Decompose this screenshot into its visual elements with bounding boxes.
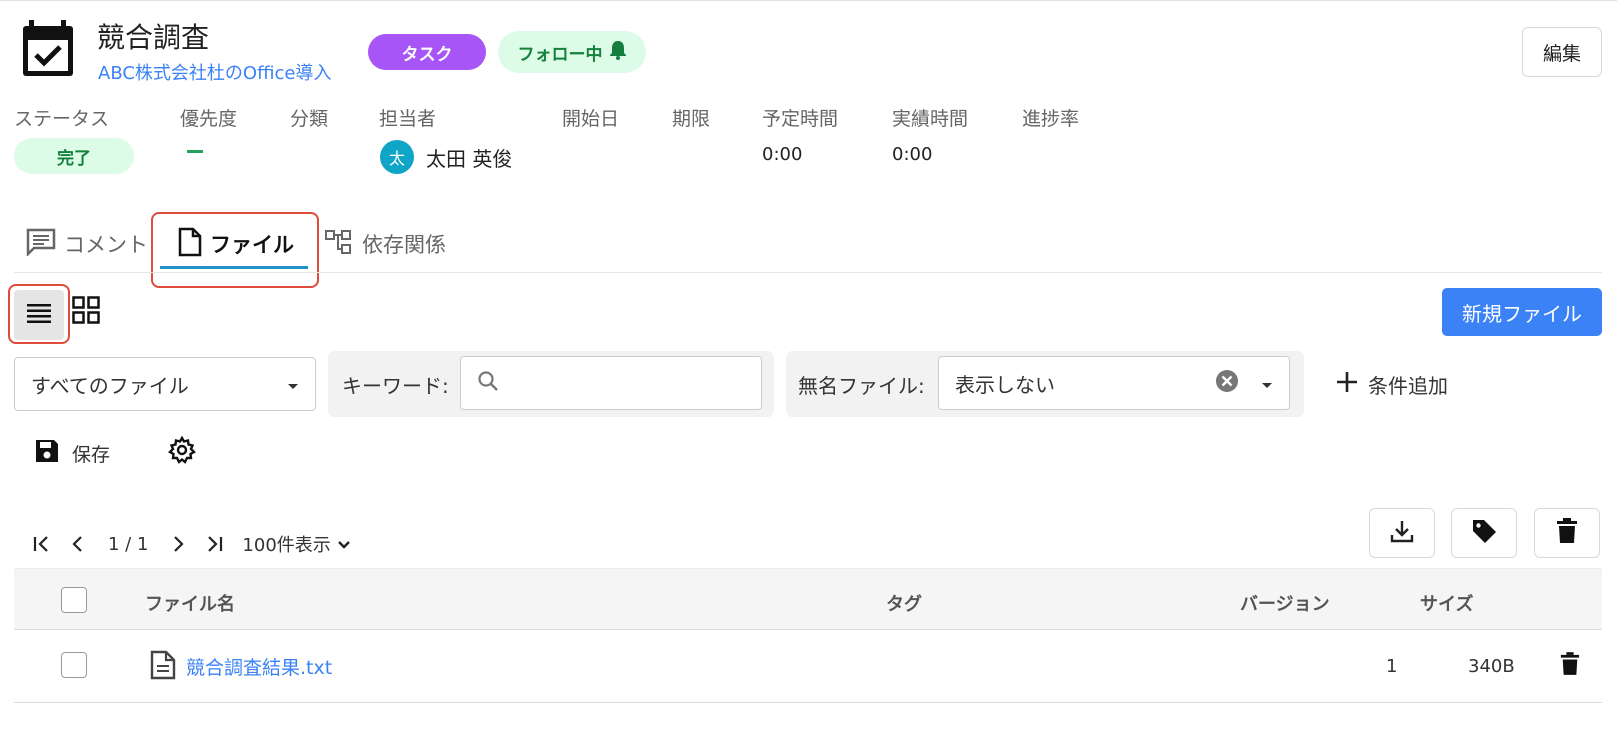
grid-view-button[interactable] — [70, 296, 102, 328]
column-header-version[interactable]: バージョン — [1240, 590, 1330, 616]
planned-time-value: 0:00 — [762, 144, 803, 165]
follow-label: フォロー中 — [517, 44, 603, 65]
file-size: 340B — [1468, 656, 1515, 677]
row-delete-button[interactable] — [1560, 651, 1580, 681]
tag-button[interactable] — [1451, 508, 1517, 558]
add-condition-label: 条件追加 — [1368, 373, 1448, 398]
file-name-link[interactable]: 競合調査結果.txt — [186, 653, 332, 680]
clear-icon[interactable] — [1215, 369, 1239, 398]
file-version: 1 — [1386, 656, 1398, 677]
file-scope-value: すべてのファイル — [31, 373, 189, 398]
assignee-name: 太田 英俊 — [426, 147, 513, 171]
page-title: 競合調査 — [97, 21, 210, 54]
page-size-select[interactable]: 100件表示 — [242, 531, 350, 557]
page-size-value: 100件表示 — [242, 535, 331, 556]
tab-dependency[interactable]: 依存関係 — [324, 222, 446, 266]
bell-icon — [609, 40, 627, 65]
pagination: 1 / 1 100件表示 — [24, 528, 351, 560]
tab-comment[interactable]: コメント — [26, 222, 148, 266]
next-page-button[interactable] — [160, 528, 196, 560]
column-header-tag[interactable]: タグ — [886, 590, 922, 616]
active-tab-indicator — [160, 266, 308, 269]
start-date-label: 開始日 — [562, 108, 620, 130]
comment-icon — [26, 228, 56, 261]
first-page-button[interactable] — [24, 528, 60, 560]
tab-comment-label: コメント — [64, 233, 148, 257]
project-link[interactable]: ABC株式会社杜のOffice導入 — [98, 59, 331, 85]
page-info: 1 / 1 — [108, 533, 149, 555]
actual-time-value: 0:00 — [892, 144, 933, 165]
gear-icon — [168, 435, 196, 468]
new-file-button[interactable]: 新規ファイル — [1442, 288, 1602, 336]
select-all-checkbox[interactable] — [61, 587, 87, 613]
tag-icon — [1470, 517, 1498, 549]
unnamed-file-value: 表示しない — [955, 372, 1055, 397]
tab-dependency-label: 依存関係 — [362, 233, 446, 257]
column-header-filename[interactable]: ファイル名 — [145, 590, 235, 616]
avatar: 太 — [380, 140, 414, 174]
chevron-down-icon — [337, 534, 351, 555]
caret-down-icon — [287, 372, 299, 396]
save-icon — [34, 438, 60, 469]
save-button[interactable]: 保存 — [34, 436, 110, 470]
priority-dash — [187, 150, 203, 153]
file-icon — [178, 227, 202, 262]
priority-label: 優先度 — [180, 108, 238, 130]
grid-icon — [72, 296, 100, 328]
tabs-divider — [14, 272, 1602, 273]
list-icon — [27, 302, 51, 328]
trash-icon — [1560, 652, 1580, 681]
due-label: 期限 — [672, 108, 711, 130]
unnamed-file-label: 無名ファイル: — [798, 374, 925, 398]
category-label: 分類 — [290, 108, 329, 130]
last-page-button[interactable] — [196, 528, 232, 560]
calendar-check-icon — [20, 18, 78, 80]
download-icon — [1389, 518, 1415, 548]
column-header-size[interactable]: サイズ — [1420, 590, 1473, 616]
edit-button[interactable]: 編集 — [1522, 27, 1602, 77]
document-icon — [150, 650, 176, 684]
table-header — [14, 568, 1602, 630]
row-checkbox[interactable] — [61, 652, 87, 678]
assignee-label: 担当者 — [379, 108, 437, 130]
top-divider — [0, 0, 1617, 1]
trash-icon — [1556, 518, 1578, 548]
caret-down-icon — [1261, 371, 1273, 395]
unnamed-file-select[interactable]: 表示しない — [938, 356, 1290, 410]
actual-time-label: 実績時間 — [892, 108, 969, 130]
download-button[interactable] — [1369, 508, 1435, 558]
plus-icon — [1336, 371, 1358, 398]
tab-file[interactable]: ファイル — [178, 222, 294, 266]
progress-label: 進捗率 — [1022, 108, 1080, 130]
save-label: 保存 — [72, 443, 111, 466]
status-badge[interactable]: 完了 — [14, 138, 134, 174]
planned-time-label: 予定時間 — [762, 108, 839, 130]
keyword-label: キーワード: — [342, 374, 449, 398]
follow-button[interactable]: フォロー中 — [498, 31, 646, 73]
file-scope-select[interactable]: すべてのファイル — [14, 357, 316, 411]
dependency-icon — [324, 228, 354, 261]
row-divider — [14, 702, 1602, 703]
keyword-input[interactable] — [460, 356, 762, 410]
status-label: ステータス — [14, 108, 110, 130]
search-icon — [477, 370, 499, 396]
list-view-button[interactable] — [14, 290, 64, 340]
settings-button[interactable] — [166, 435, 198, 468]
prev-page-button[interactable] — [60, 528, 96, 560]
task-type-badge: タスク — [368, 34, 486, 70]
add-condition-button[interactable]: 条件追加 — [1336, 366, 1448, 402]
tab-file-label: ファイル — [210, 233, 294, 257]
delete-all-button[interactable] — [1534, 508, 1600, 558]
